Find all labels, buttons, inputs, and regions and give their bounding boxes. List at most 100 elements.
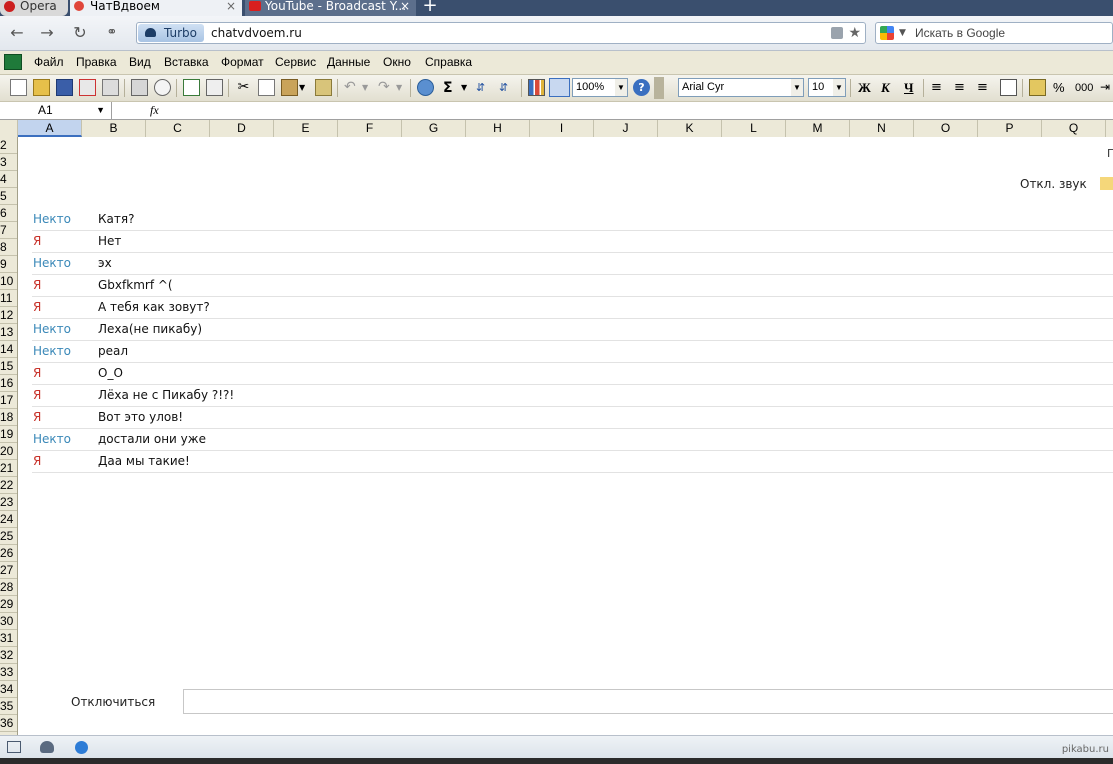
excel-app-icon[interactable] (4, 54, 22, 70)
message-input[interactable] (183, 689, 1113, 714)
copy-icon[interactable] (258, 79, 275, 96)
column-header[interactable]: D (210, 120, 274, 137)
paste-dropdown-icon[interactable]: ▼ (299, 79, 309, 96)
key-icon[interactable]: ⚭ (102, 23, 122, 43)
row-header[interactable]: 35 (0, 698, 17, 715)
sort-ascending-icon[interactable]: ⇵ (476, 79, 493, 96)
row-header[interactable]: 26 (0, 545, 17, 562)
row-header[interactable]: 34 (0, 681, 17, 698)
cloud-icon[interactable] (40, 741, 54, 753)
row-header[interactable]: 17 (0, 392, 17, 409)
row-header[interactable]: 27 (0, 562, 17, 579)
autosum-icon[interactable]: Σ (443, 78, 453, 98)
email-icon[interactable] (102, 79, 119, 96)
row-header[interactable]: 25 (0, 528, 17, 545)
font-size-select[interactable]: 10 ▼ (808, 78, 846, 97)
decimal-icon[interactable]: ⇥ (1100, 79, 1113, 96)
tab-close-icon[interactable]: × (226, 0, 236, 12)
chart-wizard-icon[interactable] (528, 79, 545, 96)
search-engine-dropdown-icon[interactable]: ▼ (899, 23, 906, 43)
tab-youtube[interactable]: YouTube - Broadcast Y... × (245, 0, 416, 16)
save-icon[interactable] (56, 79, 73, 96)
column-header[interactable]: I (530, 120, 594, 137)
row-header[interactable]: 22 (0, 477, 17, 494)
zoom-select[interactable]: 100% ▼ (572, 78, 628, 97)
row-header[interactable]: 29 (0, 596, 17, 613)
row-header[interactable]: 36 (0, 715, 17, 732)
row-header[interactable]: 28 (0, 579, 17, 596)
row-header[interactable]: 23 (0, 494, 17, 511)
column-header[interactable]: P (978, 120, 1042, 137)
select-all-corner[interactable] (0, 120, 18, 137)
row-header[interactable]: 11 (0, 290, 17, 307)
menu-help[interactable]: Справка (425, 51, 472, 74)
zoom-dropdown-icon[interactable]: ▼ (615, 79, 627, 96)
merge-center-icon[interactable] (1000, 79, 1017, 96)
speed-dial-icon[interactable] (75, 741, 88, 754)
column-header[interactable]: Q (1042, 120, 1106, 137)
bookmark-star-icon[interactable]: ★ (848, 23, 861, 43)
forward-arrow-icon[interactable]: → (37, 23, 57, 43)
undo-dropdown-icon[interactable]: ▼ (362, 79, 372, 96)
bold-button[interactable]: Ж (858, 78, 871, 98)
disconnect-button[interactable]: Отключиться (71, 695, 155, 709)
new-document-icon[interactable] (10, 79, 27, 96)
font-name-select[interactable]: Arial Cyr ▼ (678, 78, 804, 97)
row-header[interactable]: 6 (0, 205, 17, 222)
open-folder-icon[interactable] (33, 79, 50, 96)
autosum-dropdown-icon[interactable]: ▼ (461, 79, 471, 96)
row-header[interactable]: 9 (0, 256, 17, 273)
menu-view[interactable]: Вид (129, 51, 151, 74)
column-header[interactable]: J (594, 120, 658, 137)
column-header[interactable]: K (658, 120, 722, 137)
align-left-icon[interactable]: ≡ (931, 79, 948, 96)
undo-icon[interactable]: ↶ (344, 79, 361, 96)
menu-format[interactable]: Формат (221, 51, 264, 74)
row-header[interactable]: 15 (0, 358, 17, 375)
mute-sound-label[interactable]: Откл. звук (1020, 177, 1087, 191)
italic-button[interactable]: К (881, 78, 890, 98)
drawing-icon[interactable] (549, 78, 570, 97)
research-icon[interactable] (206, 79, 223, 96)
address-bar[interactable]: Turbo chatvdvoem.ru ★ (136, 22, 866, 44)
search-box[interactable]: ▼ Искать в Google (875, 22, 1113, 44)
row-header[interactable]: 30 (0, 613, 17, 630)
row-header[interactable]: 18 (0, 409, 17, 426)
row-header[interactable]: 4 (0, 171, 17, 188)
format-painter-icon[interactable] (315, 79, 332, 96)
align-center-icon[interactable]: ≡ (954, 79, 971, 96)
currency-icon[interactable] (1029, 79, 1046, 96)
column-header[interactable]: H (466, 120, 530, 137)
rss-icon[interactable] (831, 27, 843, 39)
column-header[interactable]: E (274, 120, 338, 137)
column-header[interactable]: O (914, 120, 978, 137)
redo-dropdown-icon[interactable]: ▼ (396, 79, 406, 96)
paste-icon[interactable] (281, 79, 298, 96)
name-box-dropdown-icon[interactable]: ▼ (96, 102, 105, 118)
row-header[interactable]: 13 (0, 324, 17, 341)
back-arrow-icon[interactable]: ← (7, 23, 27, 43)
row-header[interactable]: 24 (0, 511, 17, 528)
menu-data[interactable]: Данные (327, 51, 370, 74)
turbo-button[interactable]: Turbo (138, 24, 204, 42)
row-header[interactable]: 20 (0, 443, 17, 460)
row-header[interactable]: 2 (0, 137, 17, 154)
column-header[interactable]: G (402, 120, 466, 137)
tab-opera-menu[interactable]: Opera (0, 0, 68, 16)
name-box[interactable]: A1 ▼ (0, 102, 112, 119)
align-right-icon[interactable]: ≡ (977, 79, 994, 96)
row-header[interactable]: 16 (0, 375, 17, 392)
tab-chatvdvoem[interactable]: ЧатВдвоем × (70, 0, 242, 16)
column-header[interactable]: C (146, 120, 210, 137)
help-icon[interactable]: ? (633, 79, 650, 96)
search-input[interactable]: Искать в Google (915, 23, 1005, 43)
thousands-separator-button[interactable]: 000 (1075, 78, 1093, 98)
spelling-icon[interactable] (183, 79, 200, 96)
row-header[interactable]: 5 (0, 188, 17, 205)
mute-sound-toggle[interactable] (1100, 177, 1113, 190)
column-header[interactable]: M (786, 120, 850, 137)
font-name-dropdown-icon[interactable]: ▼ (791, 79, 803, 96)
permission-icon[interactable] (79, 79, 96, 96)
row-header[interactable]: 32 (0, 647, 17, 664)
row-header[interactable]: 19 (0, 426, 17, 443)
